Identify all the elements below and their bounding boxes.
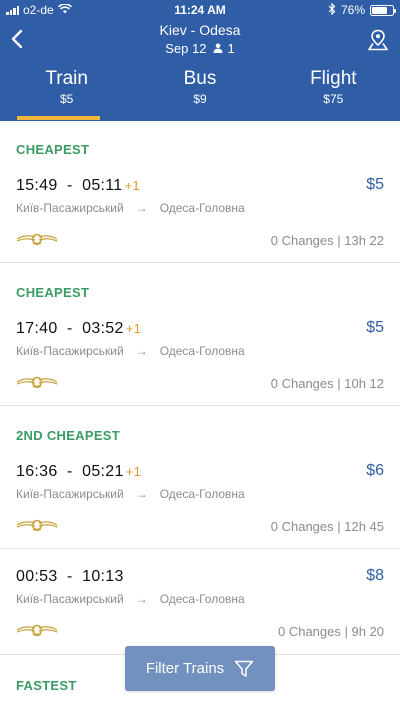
filter-button-label: Filter Trains	[145, 660, 225, 677]
battery-level	[372, 6, 388, 14]
arrow-right-icon: →	[135, 592, 148, 606]
origin-station: Київ-Пасажирський	[16, 201, 124, 215]
departure-time: 15:49	[16, 177, 58, 194]
tab-flight[interactable]: Flight $75	[267, 60, 400, 121]
result-price: $5	[366, 176, 384, 193]
route-stations: Київ-Пасажирський → Одеса-Головна	[16, 201, 245, 215]
tab-price: $75	[323, 92, 344, 106]
trip-details: Sep 12 1	[0, 41, 400, 56]
train-result-card[interactable]: 2ND CHEAPEST 16:36 - 05:21 +1 $6 Київ-Пас…	[0, 406, 400, 549]
person-icon	[213, 41, 223, 56]
arrow-right-icon: →	[135, 344, 148, 358]
signal-icon	[6, 5, 19, 15]
tab-label: Bus	[183, 68, 217, 89]
ukrzaliznytsia-logo-icon	[16, 519, 58, 532]
filter-trains-button[interactable]: Filter Trains	[125, 646, 275, 691]
departure-arrival-times: 15:49 - 05:11 +1	[16, 177, 140, 194]
trip-summary: 0 Changes | 9h 20	[277, 624, 384, 639]
arrow-right-icon: →	[135, 201, 148, 215]
arrival-time: 05:21	[82, 463, 124, 480]
departure-arrival-times: 16:36 - 05:21 +1	[16, 463, 142, 480]
back-button[interactable]	[4, 24, 30, 54]
departure-arrival-times: 17:40 - 03:52 +1	[16, 320, 142, 337]
app-header: o2-de 11:24 AM 76% Kiev - Odesa Sep 12 1	[0, 0, 400, 121]
wifi-icon	[57, 3, 72, 17]
bluetooth-icon	[328, 2, 336, 18]
result-badge: CHEAPEST	[16, 142, 90, 157]
next-day-indicator: +1	[125, 464, 142, 479]
back-arrow-icon	[11, 29, 23, 49]
result-badge: CHEAPEST	[16, 285, 90, 300]
tab-label: Train	[45, 68, 88, 89]
route-stations: Київ-Пасажирський → Одеса-Головна	[16, 344, 245, 358]
train-results-list: CHEAPEST 15:49 - 05:11 +1 $5 Київ-Пасажир…	[0, 121, 400, 711]
map-button[interactable]	[364, 26, 392, 54]
departure-time: 17:40	[16, 320, 58, 337]
departure-time: 16:36	[16, 463, 58, 480]
departure-time: 00:53	[16, 568, 58, 585]
tab-bus[interactable]: Bus $9	[133, 60, 266, 121]
arrival-time: 10:13	[82, 568, 124, 585]
status-right: 76%	[328, 2, 396, 18]
origin-station: Київ-Пасажирський	[16, 344, 124, 358]
arrival-time: 05:11	[82, 177, 123, 194]
trip-date: Sep 12	[165, 41, 207, 56]
status-bar: o2-de 11:24 AM 76%	[0, 0, 400, 20]
tab-price: $5	[59, 92, 74, 106]
passenger-count: 1	[227, 41, 235, 56]
ukrzaliznytsia-logo-icon	[16, 376, 58, 389]
ukrzaliznytsia-logo-icon	[16, 624, 58, 637]
arrival-time: 03:52	[82, 320, 124, 337]
next-day-indicator: +1	[125, 321, 142, 336]
tab-price: $9	[193, 92, 207, 106]
result-price: $6	[366, 462, 384, 479]
tab-train[interactable]: Train $5	[0, 60, 133, 121]
route-title: Kiev - Odesa	[159, 22, 241, 38]
train-result-card[interactable]: CHEAPEST 17:40 - 03:52 +1 $5 Київ-Пасажир…	[0, 263, 400, 406]
train-result-card[interactable]: CHEAPEST 15:49 - 05:11 +1 $5 Київ-Пасажир…	[0, 121, 400, 263]
result-price: $5	[366, 319, 384, 336]
battery-percent: 76%	[340, 3, 365, 17]
result-badge: FASTEST	[16, 678, 77, 693]
origin-station: Київ-Пасажирський	[16, 487, 124, 501]
result-price: $8	[366, 567, 384, 584]
title-bar: Kiev - Odesa Sep 12 1	[0, 20, 400, 60]
tab-label: Flight	[310, 68, 357, 89]
trip-summary: 0 Changes | 10h 12	[270, 376, 384, 391]
map-pin-icon	[368, 29, 388, 51]
trip-summary: 0 Changes | 12h 45	[270, 519, 384, 534]
arrow-right-icon: →	[135, 487, 148, 501]
status-left: o2-de	[6, 3, 72, 17]
destination-station: Одеса-Головна	[159, 487, 245, 501]
destination-station: Одеса-Головна	[159, 344, 245, 358]
result-badge: 2ND CHEAPEST	[16, 428, 121, 443]
battery-icon	[370, 4, 396, 16]
origin-station: Київ-Пасажирський	[16, 592, 124, 606]
departure-arrival-times: 00:53 - 10:13	[16, 568, 124, 585]
destination-station: Одеса-Головна	[159, 201, 245, 215]
ukrzaliznytsia-logo-icon	[16, 233, 58, 246]
next-day-indicator: +1	[124, 178, 140, 193]
trip-summary: 0 Changes | 13h 22	[270, 233, 384, 248]
transport-tabs: Train $5 Bus $9 Flight $75	[0, 60, 400, 121]
destination-station: Одеса-Головна	[159, 592, 245, 606]
train-result-card[interactable]: 00:53 - 10:13 $8 Київ-Пасажирський → Оде…	[0, 549, 400, 655]
route-stations: Київ-Пасажирський → Одеса-Головна	[16, 487, 245, 501]
filter-funnel-icon	[234, 660, 254, 677]
route-stations: Київ-Пасажирський → Одеса-Головна	[16, 592, 245, 606]
carrier-name: o2-de	[23, 3, 54, 17]
